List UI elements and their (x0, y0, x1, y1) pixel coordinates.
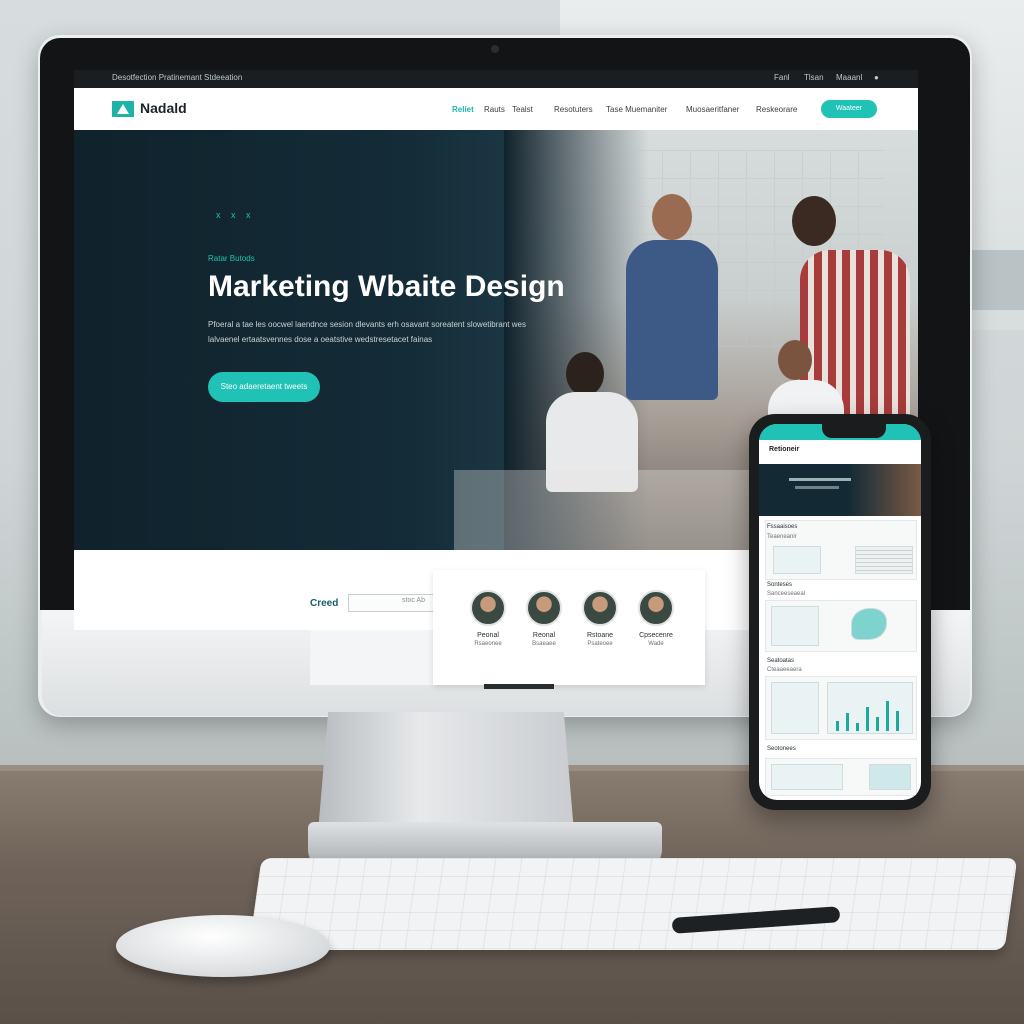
phone-hero-text (795, 486, 839, 489)
phone-section-title: Seotonees (767, 746, 796, 752)
phone-hero-text (789, 478, 851, 481)
logo-icon[interactable] (112, 101, 134, 117)
phone-navbar: Retioneir (759, 440, 921, 465)
topbar-link[interactable]: Maaanl (836, 73, 862, 82)
team-member-name: Cpsecenre (639, 632, 673, 639)
phone-mini-chart (771, 682, 819, 734)
team-member-name: Rstoane (586, 632, 614, 639)
phone-mini-graphic (851, 608, 887, 640)
webcam-icon (491, 45, 499, 53)
team-member-role: Wade (648, 641, 664, 647)
hero-title: Marketing Wbaite Design (208, 270, 565, 303)
team-member-role: Bsaeaee (532, 641, 556, 647)
phone-section-title: Seatoatas (767, 658, 795, 664)
phone-mini-chart (771, 606, 819, 646)
team-member[interactable]: Cpsecenre Wade (626, 590, 686, 647)
team-member-role: Rsaeonee (474, 641, 502, 647)
topbar-link[interactable]: Tlsan (804, 73, 824, 82)
phone-logo[interactable]: Retioneir (769, 446, 799, 453)
search-input[interactable] (348, 594, 440, 612)
team-member[interactable]: Reonal Bsaeaee (514, 590, 574, 647)
nav-item[interactable]: Reskeorare (756, 105, 797, 114)
search-icon[interactable]: ● (874, 73, 879, 82)
avatar (470, 590, 506, 626)
content-strip (310, 630, 434, 685)
topbar-link[interactable]: Fanl (774, 73, 790, 82)
hero-description: Pfoeral a tae les oocwel laendnce sesion… (208, 320, 526, 329)
site-logo[interactable]: Nadald (140, 100, 187, 116)
hero-cta-button[interactable]: Steo adaeretaent tweets (208, 372, 320, 402)
avatar (638, 590, 674, 626)
nav-item-home[interactable]: Reliet (452, 105, 474, 114)
team-member-name: Peonal (477, 632, 499, 639)
phone-mini-graphic (869, 764, 911, 790)
nav-item[interactable]: Tealst (512, 105, 533, 114)
nav-item[interactable]: Muosaeritfaner (686, 105, 739, 114)
nav-item[interactable]: Resotuters (554, 105, 593, 114)
site-navbar: Nadald Reliet Rauts Tealst Resotuters Ta… (74, 88, 918, 131)
phone-mini-chart (773, 546, 821, 574)
search-input-value: stoc Ab (402, 597, 425, 604)
hero-decoration: x x x (216, 210, 255, 220)
phone-screen: Retioneir Fssaaisoes Teaeneanir Sonteses… (759, 424, 921, 800)
phone-section-title: Fssaaisoes (767, 524, 798, 530)
nav-item[interactable]: Tase Muemaniter (606, 105, 667, 114)
avatar (582, 590, 618, 626)
phone-section-sub: Cteaaeeaera (767, 667, 802, 673)
team-member[interactable]: Peonal Rsaeonee (458, 590, 518, 647)
hero-description: lalvaenel ertaatsvennes dose a oeatstive… (208, 335, 433, 344)
team-member-name: Reonal (532, 632, 556, 639)
keyboard (248, 858, 1018, 950)
phone-mini-chart (771, 764, 843, 790)
section-label: Creed (310, 598, 339, 609)
screen-indicator (484, 684, 554, 689)
phone-hero (759, 464, 921, 516)
site-topbar: Desotfection Pratinemant Stdeeation Fanl… (74, 70, 918, 88)
phone-notch (822, 424, 886, 438)
team-member[interactable]: Rstoane Psateoee (570, 590, 630, 647)
nav-cta-button[interactable]: Waateer (821, 100, 877, 118)
topbar-text: Desotfection Pratinemant Stdeeation (112, 73, 243, 82)
phone-mini-bar-chart (827, 682, 913, 734)
hero-eyebrow: Ratar Butods (208, 254, 255, 263)
mouse (116, 915, 330, 977)
phone-section-sub: Teaeneanir (767, 534, 797, 540)
phone-section-title: Sonteses (767, 582, 793, 588)
monitor-stand (318, 712, 574, 832)
phone-mini-table (855, 546, 913, 574)
nav-item[interactable]: Rauts (484, 105, 505, 114)
avatar (526, 590, 562, 626)
team-member-role: Psateoee (587, 641, 613, 647)
phone-section-sub: Sanceeseaeal (767, 591, 806, 597)
